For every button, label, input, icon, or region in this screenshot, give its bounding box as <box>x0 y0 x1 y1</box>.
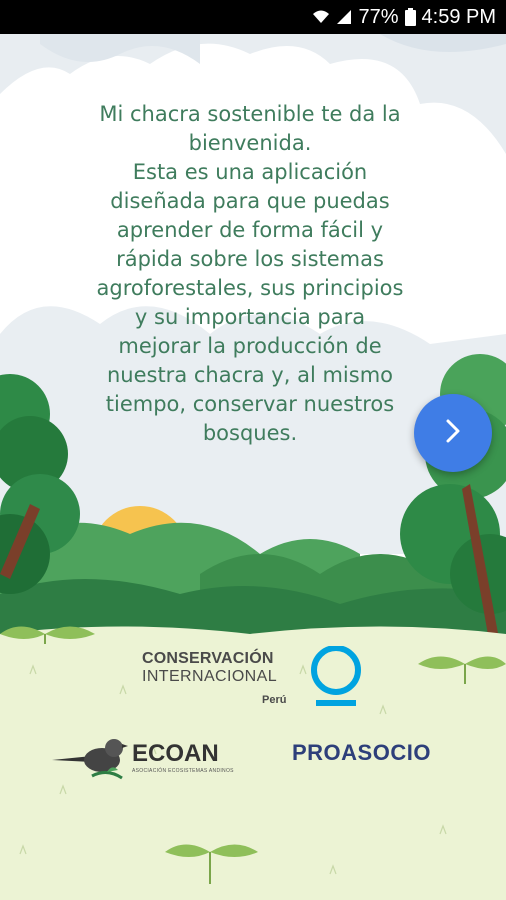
proasocio-name: PROASOCIO <box>292 740 431 765</box>
welcome-line: tiempo, conservar nuestros <box>105 392 395 416</box>
wifi-icon <box>312 9 330 25</box>
chevron-right-icon <box>442 418 464 449</box>
clock: 4:59 PM <box>421 5 496 28</box>
ci-country: Perú <box>262 694 287 706</box>
welcome-line: agroforestales, sus principios <box>96 276 404 300</box>
welcome-line: aprender de forma fácil y <box>116 218 384 242</box>
welcome-line: rápida sobre los sistemas <box>116 247 384 271</box>
next-button[interactable] <box>414 394 492 472</box>
welcome-line: Esta es una aplicación <box>132 160 368 184</box>
signal-icon <box>336 9 352 25</box>
welcome-line: bosques. <box>202 421 298 445</box>
welcome-line: nuestra chacra y, al mismo <box>106 363 394 387</box>
proasocio-logo: PROASOCIO <box>292 740 462 770</box>
ecoan-name: ECOAN <box>132 740 219 767</box>
welcome-line: diseñada para que puedas <box>110 189 390 213</box>
status-bar: 77% 4:59 PM <box>0 0 506 34</box>
battery-percentage: 77% <box>358 5 399 28</box>
welcome-line: y su importancia para <box>134 305 366 329</box>
welcome-message: Mi chacra sostenible te da la bienvenida… <box>40 100 460 448</box>
welcome-line: Mi chacra sostenible te da la <box>99 102 401 126</box>
ci-emblem-icon <box>308 645 364 710</box>
ecoan-subtitle: ASOCIACIÓN ECOSISTEMAS ANDINOS <box>132 768 234 774</box>
bird-icon <box>52 734 132 789</box>
welcome-line: mejorar la producción de <box>118 334 382 358</box>
ecoan-logo: ECOAN ASOCIACIÓN ECOSISTEMAS ANDINOS <box>52 730 234 790</box>
welcome-line: bienvenida. <box>188 131 312 155</box>
battery-icon <box>404 8 416 26</box>
welcome-screen: 77% 4:59 PM Mi chacra sostenible te da l… <box>0 0 506 900</box>
